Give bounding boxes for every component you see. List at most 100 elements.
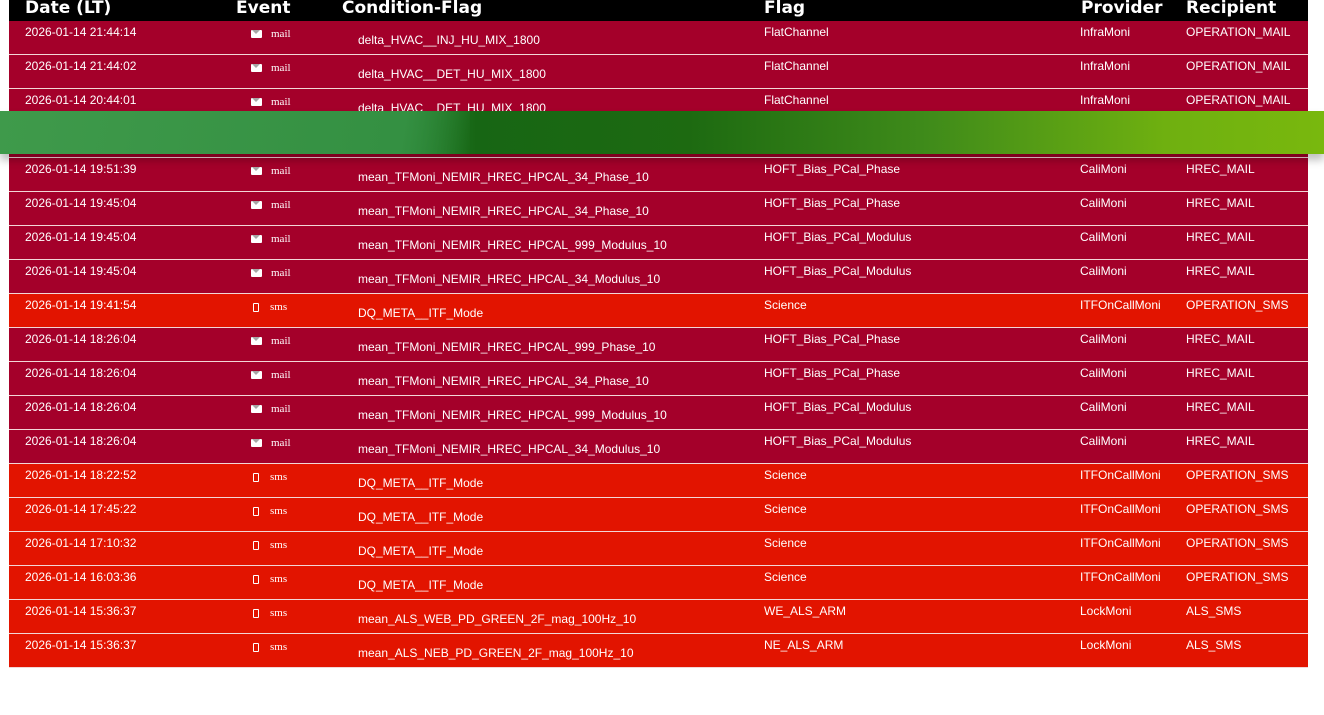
- row-flag: FlatChannel: [764, 93, 829, 107]
- row-event: sms: [251, 301, 287, 313]
- header-recipient[interactable]: Recipient: [1186, 0, 1276, 18]
- row-provider: LockMoni: [1080, 638, 1132, 652]
- row-flag: HOFT_Bias_PCal_Phase: [764, 196, 901, 210]
- row-event: mail: [251, 369, 291, 381]
- table-row[interactable]: 2026-01-14 18:26:04 mail mean_TFMoni_NEMIR…: [9, 396, 1308, 430]
- row-event-label: mail: [271, 165, 291, 177]
- row-provider: InfraMoni: [1080, 93, 1131, 107]
- row-recipient: HREC_MAIL: [1186, 196, 1255, 210]
- row-event: mail: [251, 28, 291, 40]
- row-condition-flag: mean_TFMoni_NEMIR_HREC_HPCAL_34_Modulus_…: [358, 442, 661, 456]
- row-date: 2026-01-14 19:51:39: [25, 162, 137, 176]
- row-flag: FlatChannel: [764, 59, 829, 73]
- row-condition-flag: DQ_META__ITF_Mode: [358, 510, 484, 524]
- mail-icon: [251, 405, 262, 413]
- row-event-label: sms: [270, 505, 288, 517]
- table-row[interactable]: 2026-01-14 17:10:32 sms DQ_META__ITF_Mode S…: [9, 532, 1308, 566]
- row-provider: ITFOnCallMoni: [1080, 298, 1161, 312]
- row-event: mail: [251, 267, 291, 279]
- table-row[interactable]: 2026-01-14 19:45:04 mail mean_TFMoni_NEMIR…: [9, 192, 1308, 226]
- header-flag[interactable]: Flag: [764, 0, 805, 18]
- header-provider[interactable]: Provider: [1081, 0, 1163, 18]
- row-provider: InfraMoni: [1080, 25, 1131, 39]
- row-recipient: OPERATION_MAIL: [1186, 93, 1291, 107]
- row-recipient: OPERATION_SMS: [1186, 468, 1289, 482]
- table-row[interactable]: 2026-01-14 18:22:52 sms DQ_META__ITF_Mode S…: [9, 464, 1308, 498]
- row-provider: ITFOnCallMoni: [1080, 468, 1161, 482]
- row-condition-flag: DQ_META__ITF_Mode: [358, 544, 484, 558]
- row-event: sms: [251, 539, 287, 551]
- table-row[interactable]: 2026-01-14 21:44:02 mail delta_HVAC__DET_H…: [9, 55, 1308, 89]
- row-event-label: sms: [270, 607, 288, 619]
- row-provider: CaliMoni: [1080, 332, 1127, 346]
- header-condition-flag[interactable]: Condition-Flag: [342, 0, 482, 18]
- row-date: 2026-01-14 20:44:01: [25, 93, 137, 107]
- row-recipient: HREC_MAIL: [1186, 230, 1255, 244]
- row-provider: ITFOnCallMoni: [1080, 502, 1161, 516]
- phone-icon: [253, 472, 259, 482]
- row-event: sms: [251, 573, 287, 585]
- alerts-table: Date (LT) Event Condition-Flag Flag Prov…: [9, 0, 1308, 668]
- table-row[interactable]: 2026-01-14 21:44:14 mail delta_HVAC__INJ_H…: [9, 21, 1308, 55]
- row-recipient: OPERATION_SMS: [1186, 502, 1289, 516]
- row-provider: CaliMoni: [1080, 162, 1127, 176]
- table-row[interactable]: 2026-01-14 18:26:04 mail mean_TFMoni_NEMIR…: [9, 430, 1308, 464]
- row-event-label: sms: [270, 641, 288, 653]
- phone-icon: [253, 540, 259, 550]
- table-row[interactable]: 2026-01-14 17:45:22 sms DQ_META__ITF_Mode S…: [9, 498, 1308, 532]
- row-flag: Science: [764, 570, 807, 584]
- row-provider: InfraMoni: [1080, 59, 1131, 73]
- row-flag: Science: [764, 502, 807, 516]
- row-event: mail: [251, 335, 291, 347]
- phone-icon: [253, 506, 259, 516]
- row-provider: CaliMoni: [1080, 264, 1127, 278]
- row-event-label: mail: [271, 233, 291, 245]
- row-condition-flag: DQ_META__ITF_Mode: [358, 476, 484, 490]
- table-row[interactable]: 2026-01-14 19:45:04 mail mean_TFMoni_NEMIR…: [9, 260, 1308, 294]
- row-event: sms: [251, 641, 287, 653]
- row-recipient: HREC_MAIL: [1186, 162, 1255, 176]
- row-event-label: mail: [271, 437, 291, 449]
- row-flag: HOFT_Bias_PCal_Modulus: [764, 434, 912, 448]
- row-recipient: HREC_MAIL: [1186, 264, 1255, 278]
- mail-icon: [251, 371, 262, 379]
- mail-icon: [251, 269, 262, 277]
- mail-icon: [251, 30, 262, 38]
- row-flag: Science: [764, 536, 807, 550]
- row-date: 2026-01-14 18:26:04: [25, 366, 137, 380]
- row-provider: CaliMoni: [1080, 196, 1127, 210]
- row-flag: HOFT_Bias_PCal_Phase: [764, 366, 901, 380]
- header-event[interactable]: Event: [236, 0, 290, 18]
- row-flag: Science: [764, 468, 807, 482]
- row-event-label: mail: [271, 403, 291, 415]
- table-row[interactable]: 2026-01-14 18:26:04 mail mean_TFMoni_NEMIR…: [9, 362, 1308, 396]
- row-event: sms: [251, 471, 287, 483]
- table-row[interactable]: 2026-01-14 15:36:37 sms mean_ALS_WEB_PD_GR…: [9, 600, 1308, 634]
- row-event-label: sms: [270, 301, 288, 313]
- mail-icon: [251, 64, 262, 72]
- row-condition-flag: mean_TFMoni_NEMIR_HREC_HPCAL_999_Modulus…: [358, 408, 667, 422]
- row-recipient: OPERATION_MAIL: [1186, 25, 1291, 39]
- row-condition-flag: DQ_META__ITF_Mode: [358, 578, 484, 592]
- table-row[interactable]: 2026-01-14 19:41:54 sms DQ_META__ITF_Mode S…: [9, 294, 1308, 328]
- row-event-label: mail: [271, 199, 291, 211]
- alerts-page: Date (LT) Event Condition-Flag Flag Prov…: [0, 0, 1324, 715]
- row-event-label: sms: [270, 471, 288, 483]
- row-flag: HOFT_Bias_PCal_Phase: [764, 162, 901, 176]
- row-condition-flag: delta_HVAC__INJ_HU_MIX_1800: [358, 33, 540, 47]
- table-row[interactable]: 2026-01-14 19:45:04 mail mean_TFMoni_NEMIR…: [9, 226, 1308, 260]
- row-flag: HOFT_Bias_PCal_Modulus: [764, 230, 912, 244]
- row-recipient: OPERATION_SMS: [1186, 536, 1289, 550]
- row-date: 2026-01-14 18:26:04: [25, 434, 137, 448]
- table-row[interactable]: 2026-01-14 18:26:04 mail mean_TFMoni_NEMIR…: [9, 328, 1308, 362]
- table-row[interactable]: 2026-01-14 15:36:37 sms mean_ALS_NEB_PD_GR…: [9, 634, 1308, 668]
- table-row[interactable]: 2026-01-14 19:51:39 mail mean_TFMoni_NEMIR…: [9, 158, 1308, 192]
- row-event-label: mail: [271, 96, 291, 108]
- row-date: 2026-01-14 19:45:04: [25, 230, 137, 244]
- header-date[interactable]: Date (LT): [25, 0, 111, 18]
- table-row[interactable]: 2026-01-14 16:03:36 sms DQ_META__ITF_Mode S…: [9, 566, 1308, 600]
- row-recipient: OPERATION_SMS: [1186, 298, 1289, 312]
- row-event-label: mail: [271, 335, 291, 347]
- row-date: 2026-01-14 15:36:37: [25, 638, 137, 652]
- row-date: 2026-01-14 19:45:04: [25, 196, 137, 210]
